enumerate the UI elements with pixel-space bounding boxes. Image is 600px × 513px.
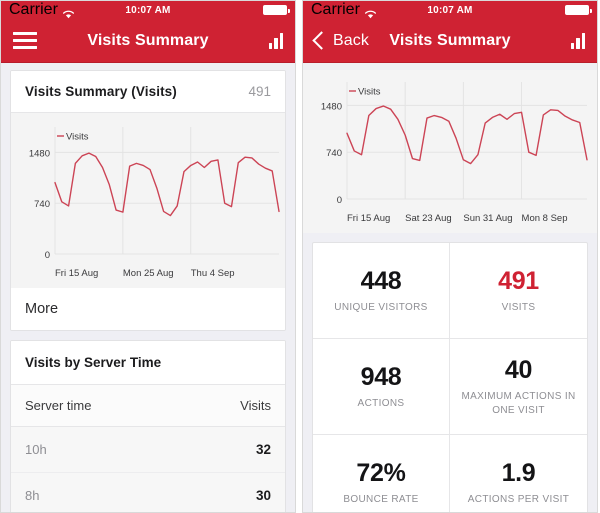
metric-label: Actions Per Visit [467,494,570,506]
bar [576,37,580,49]
status-right-group [565,5,592,15]
row-label: 10h [25,442,47,457]
row-label: 8h [25,488,40,503]
metric-card-actions-per-visit[interactable]: 1.9 Actions Per Visit [450,435,587,512]
svg-text:Thu 4 Sep: Thu 4 Sep [191,268,235,279]
bar [581,32,585,49]
svg-text:0: 0 [337,195,342,206]
svg-text:1480: 1480 [321,101,342,112]
screenshot-stage: Carrier 10:07 AM Visits Summary Visits S… [0,0,600,513]
hamburger-bar [13,38,37,43]
svg-text:1480: 1480 [29,148,50,159]
hamburger-bar [13,45,37,49]
line-chart-svg: 0 740 1480 Fri 15 Aug Sat 23 Aug Sun 31 Aug Mo… [303,70,597,233]
hamburger-bar [13,32,37,36]
bar [570,42,574,49]
svg-text:Mon 8 Sep: Mon 8 Sep [522,213,568,224]
bar [268,42,272,49]
status-bar-left: Carrier 10:07 AM [1,1,295,19]
metric-label: Bounce Rate [343,494,419,506]
metric-value: 1.9 [501,459,536,488]
battery-icon [263,5,290,15]
svg-text:Visits: Visits [66,132,89,143]
metric-value: 448 [360,266,402,295]
visits-line-chart-right[interactable]: 0 740 1480 Fri 15 Aug Sat 23 Aug Sun 31 Aug Mo… [303,70,597,233]
bar-chart-icon[interactable] [268,32,283,49]
page-title: Visits Summary [87,31,209,49]
bar [274,37,278,49]
metric-card-visits[interactable]: 491 Visits [450,243,587,339]
metric-card-bounce-rate[interactable]: 72% Bounce Rate [313,435,450,512]
line-chart-svg: 0 740 1480 Fri 15 Aug Mon 25 Aug Thu 4 Sep Vis… [11,113,285,288]
visits-line-chart-left[interactable]: 0 740 1480 Fri 15 Aug Mon 25 Aug Thu 4 Sep Vis… [11,113,285,288]
metric-value: 948 [360,362,402,391]
metric-label: Actions [357,397,405,409]
nav-bar-right: Back Visits Summary [303,19,597,63]
metric-value: 40 [504,355,533,384]
svg-text:Sat 23 Aug: Sat 23 Aug [405,213,451,224]
metric-label: Visits [501,301,536,313]
metric-card-unique-visitors[interactable]: 448 Unique Visitors [313,243,450,339]
server-time-card-title: Visits by Server Time [11,341,285,384]
battery-icon [565,5,592,15]
right-phone-screen: Carrier 10:07 AM Back Visits Summary 0 7… [302,0,598,513]
svg-text:Mon 25 Aug: Mon 25 Aug [123,268,174,279]
chevron-left-icon [312,31,331,50]
table-row[interactable]: 10h 32 [11,427,285,473]
metric-card-actions[interactable]: 948 Actions [313,339,450,435]
content-left: Visits Summary (Visits) 491 0 740 1480 Fri … [1,63,295,512]
svg-text:Visits: Visits [358,87,381,98]
status-right-group [263,5,290,15]
status-bar-right: Carrier 10:07 AM [303,1,597,19]
hamburger-menu-icon[interactable] [13,32,37,49]
back-button[interactable]: Back [312,31,369,50]
metric-label: Maximum Actions In One Visit [461,391,576,416]
metric-card-maximum-actions-in-one-visit[interactable]: 40 Maximum Actions In One Visit [450,339,587,435]
svg-text:Fri 15 Aug: Fri 15 Aug [55,268,98,279]
table-row[interactable]: 8h 30 [11,473,285,512]
left-phone-screen: Carrier 10:07 AM Visits Summary Visits S… [0,0,296,513]
metric-value: 72% [356,459,406,488]
svg-text:Fri 15 Aug: Fri 15 Aug [347,213,390,224]
metric-label: Unique Visitors [334,301,428,313]
column-header-server-time: Server time [25,398,92,413]
row-value: 32 [255,442,271,457]
svg-text:740: 740 [34,199,50,210]
card-title: Visits Summary (Visits) [25,84,177,99]
more-button[interactable]: More [11,288,285,330]
column-header-visits: Visits [240,398,271,413]
row-value: 30 [255,488,271,503]
status-time: 10:07 AM [125,4,171,16]
svg-text:Sun 31 Aug: Sun 31 Aug [463,213,512,224]
svg-text:0: 0 [45,250,50,261]
metric-value: 491 [498,266,539,295]
back-button-label: Back [333,31,369,49]
svg-text:740: 740 [326,148,342,159]
card-total-value: 491 [248,84,271,99]
status-time: 10:07 AM [427,4,473,16]
visits-summary-header: Visits Summary (Visits) 491 [11,71,285,113]
bar [279,32,283,49]
table-header-row: Server time Visits [11,384,285,427]
nav-bar-left: Visits Summary [1,19,295,63]
metrics-grid: 448 Unique Visitors 491 Visits 948 Actio… [312,242,588,512]
visits-summary-card: Visits Summary (Visits) 491 0 740 1480 Fri … [10,70,286,331]
visits-by-server-time-card: Visits by Server Time Server time Visits… [10,340,286,512]
bar-chart-icon[interactable] [570,32,585,49]
content-right: 0 740 1480 Fri 15 Aug Sat 23 Aug Sun 31 Aug Mo… [303,63,597,512]
